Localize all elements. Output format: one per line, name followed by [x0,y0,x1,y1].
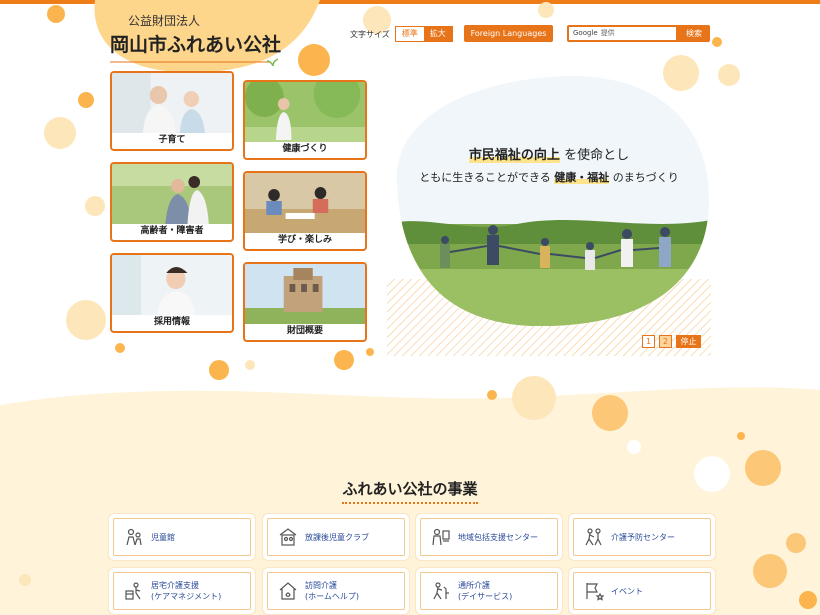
event-flag-icon [586,583,604,601]
menu-tile-label: 学び・楽しみ [277,235,332,245]
org-name: 岡山市ふれあい公社 [110,34,282,56]
day-service-icon [433,582,449,600]
menu-tile-label: 健康づくり [282,144,328,154]
hero-text-2a: ともに生きることができる [419,171,551,184]
menu-tile-label: 子育て [158,135,186,145]
service-after-school-club[interactable]: 放課後児童クラブ [267,518,405,556]
search-placeholder: 提供 [600,29,615,37]
site-logo[interactable]: 公益財団法人 岡山市ふれあい公社 [110,12,281,66]
hero-text-2b: のまちづくり [612,171,679,184]
health-photo [245,82,365,142]
menu-tile-recruitment[interactable]: 採用情報 [110,253,234,333]
search-brand: Google [573,29,598,37]
service-label: イベント [611,586,643,596]
hero-headline-2: ともに生きることができる 健康・福祉 のまちづくり [387,169,711,185]
after-school-club-icon [279,528,297,546]
service-care-prevention-center[interactable]: 介護予防センター [573,518,711,556]
font-size-control: 文字サイズ 標準 拡大 [350,26,453,42]
hero-image [387,75,711,356]
building-photo [245,264,365,324]
font-size-standard-button[interactable]: 標準 [395,27,424,41]
service-children-hall[interactable]: 児童館 [113,518,251,556]
org-type-label: 公益財団法人 [128,14,201,28]
menu-tile-label: 採用情報 [153,317,190,327]
service-label: 居宅介護支援 (ケアマネジメント) [151,581,222,601]
search-input[interactable]: Google 提供 [567,25,678,42]
care-prevention-icon [585,528,602,546]
children-hall-icon [126,528,142,546]
service-label: 放課後児童クラブ [305,532,369,542]
menu-tile-label: 財団概要 [286,326,323,336]
hero-text-1: を使命とし [564,148,630,163]
font-size-large-button[interactable]: 拡大 [423,27,452,41]
service-label: 児童館 [151,532,175,542]
menu-tile-elderly-disabled[interactable]: 高齢者・障害者 [110,162,234,242]
slider-controls: 1 2 停止 [642,335,701,348]
menu-tile-learning-fun[interactable]: 学び・楽しみ [243,171,367,251]
community-support-icon [432,528,450,546]
section-title: ふれあい公社の事業 [0,478,820,504]
service-home-care-support[interactable]: 居宅介護支援 (ケアマネジメント) [113,572,251,610]
hero-slider: 市民福祉の向上 を使命とし ともに生きることができる 健康・福祉 のまちづくり [387,74,711,356]
slider-stop-button[interactable]: 停止 [676,335,701,348]
service-home-help[interactable]: 訪問介護 (ホームヘルプ) [267,572,405,610]
elderly-photo [112,164,232,224]
recruitment-photo [112,255,232,315]
home-help-icon [279,582,297,600]
search-button[interactable]: 検索 [678,25,710,42]
menu-tile-health[interactable]: 健康づくり [243,80,367,160]
top-accent-bar [0,0,820,4]
learning-photo [245,173,365,233]
service-label: 地域包括支援センター [458,532,538,542]
search-box: Google 提供 検索 [567,25,710,42]
service-label: 介護予防センター [611,532,675,542]
service-community-support-center[interactable]: 地域包括支援センター [420,518,558,556]
home-care-support-icon [125,582,141,600]
service-label: 通所介護 (デイサービス) [458,581,513,601]
menu-tile-label: 高齢者・障害者 [140,226,204,236]
menu-tile-foundation-overview[interactable]: 財団概要 [243,262,367,342]
menu-tile-childcare[interactable]: 子育て [110,71,234,151]
font-size-label: 文字サイズ [350,29,390,39]
service-events[interactable]: イベント [573,572,711,610]
hero-headline-1: 市民福祉の向上 を使命とし [387,144,711,163]
hero-highlight-1: 市民福祉の向上 [468,148,560,163]
slide-1-button[interactable]: 1 [642,335,655,348]
hero-highlight-2: 健康・福祉 [554,171,610,184]
foreign-languages-button[interactable]: Foreign Languages [464,25,553,42]
childcare-photo [112,73,232,133]
service-day-service[interactable]: 通所介護 (デイサービス) [420,572,558,610]
slide-2-button[interactable]: 2 [659,335,672,348]
logo-underline-sprout-icon [110,58,279,66]
service-label: 訪問介護 (ホームヘルプ) [305,581,360,601]
